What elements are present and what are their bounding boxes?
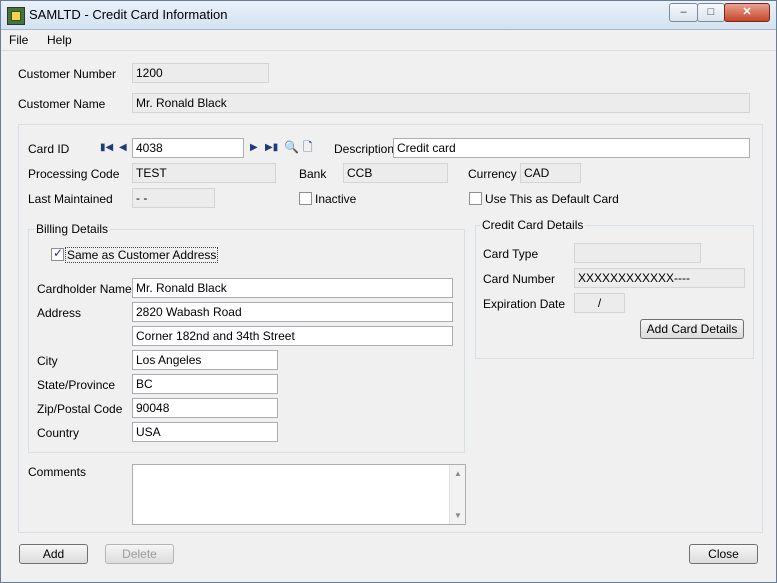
- scroll-down-icon[interactable]: ▼: [454, 511, 462, 520]
- card-type-field: [574, 243, 701, 263]
- bank-label: Bank: [299, 167, 327, 181]
- state-input[interactable]: BC: [132, 374, 278, 394]
- country-label: Country: [37, 426, 80, 440]
- menu-file[interactable]: File: [9, 33, 28, 47]
- last-record-icon[interactable]: ▶▮: [265, 141, 278, 155]
- default-card-label: Use This as Default Card: [485, 192, 619, 206]
- credit-card-details-title: Credit Card Details: [480, 218, 586, 232]
- currency-label: Currency: [468, 167, 517, 181]
- customer-number-field: 1200: [132, 63, 269, 83]
- processing-code-field: TEST: [132, 163, 276, 183]
- finder-icon[interactable]: 🔍: [284, 140, 299, 154]
- add-button[interactable]: Add: [19, 544, 88, 564]
- cardholder-name-label: Cardholder Name: [37, 282, 132, 296]
- bank-field: CCB: [343, 163, 448, 183]
- zip-input[interactable]: 90048: [132, 398, 278, 418]
- close-button[interactable]: Close: [689, 544, 758, 564]
- customer-number-label: Customer Number: [18, 67, 117, 81]
- currency-field: CAD: [520, 163, 581, 183]
- description-label: Description: [334, 142, 395, 156]
- city-label: City: [37, 354, 58, 368]
- customer-name-label: Customer Name: [18, 97, 106, 111]
- country-input[interactable]: USA: [132, 422, 278, 442]
- title-bar: SAMLTD - Credit Card Information – □ ✕: [1, 1, 776, 30]
- same-as-customer-label: Same as Customer Address: [65, 247, 219, 263]
- comments-scrollbar[interactable]: ▲ ▼: [449, 465, 465, 524]
- card-id-input[interactable]: 4038: [132, 138, 244, 158]
- add-card-details-button[interactable]: Add Card Details: [640, 319, 744, 339]
- card-type-label: Card Type: [483, 247, 539, 261]
- inactive-label: Inactive: [315, 192, 357, 206]
- address-line1-input[interactable]: 2820 Wabash Road: [132, 302, 453, 322]
- zip-label: Zip/Postal Code: [37, 402, 123, 416]
- minimize-button[interactable]: –: [669, 3, 698, 22]
- maximize-button[interactable]: □: [697, 3, 725, 22]
- same-as-customer-checkbox[interactable]: [51, 246, 64, 261]
- default-card-checkbox[interactable]: [469, 192, 482, 205]
- address-label: Address: [37, 306, 82, 320]
- last-maintained-label: Last Maintained: [28, 192, 113, 206]
- billing-details-title: Billing Details: [34, 222, 111, 236]
- next-record-icon[interactable]: ▶: [250, 141, 258, 155]
- inactive-checkbox[interactable]: [299, 192, 312, 205]
- card-number-field: XXXXXXXXXXXX----: [574, 268, 745, 288]
- expiration-date-label: Expiration Date: [483, 297, 566, 311]
- menu-bar: File Help: [1, 30, 776, 51]
- menu-help[interactable]: Help: [47, 33, 72, 47]
- scroll-up-icon[interactable]: ▲: [454, 469, 462, 478]
- cardholder-name-input[interactable]: Mr. Ronald Black: [132, 278, 453, 298]
- credit-card-window: SAMLTD - Credit Card Information – □ ✕ F…: [0, 0, 777, 583]
- comments-label: Comments: [28, 465, 87, 479]
- close-window-button[interactable]: ✕: [724, 3, 770, 22]
- comments-textarea[interactable]: ▲ ▼: [132, 464, 466, 525]
- window-title: SAMLTD - Credit Card Information: [29, 7, 228, 22]
- previous-record-icon[interactable]: ◀: [119, 141, 127, 155]
- last-maintained-field: - -: [132, 188, 215, 208]
- delete-button[interactable]: Delete: [105, 544, 174, 564]
- customer-name-field: Mr. Ronald Black: [132, 93, 750, 113]
- address-line2-input[interactable]: Corner 182nd and 34th Street: [132, 326, 453, 346]
- first-record-icon[interactable]: ▮◀: [100, 141, 113, 155]
- description-input[interactable]: Credit card: [393, 138, 750, 158]
- new-document-icon[interactable]: 🗋: [303, 140, 313, 154]
- card-id-label: Card ID: [28, 142, 70, 156]
- expiration-date-field: /: [574, 293, 625, 313]
- processing-code-label: Processing Code: [28, 167, 120, 181]
- app-icon: [7, 7, 25, 25]
- state-label: State/Province: [37, 378, 116, 392]
- city-input[interactable]: Los Angeles: [132, 350, 278, 370]
- card-number-label: Card Number: [483, 272, 556, 286]
